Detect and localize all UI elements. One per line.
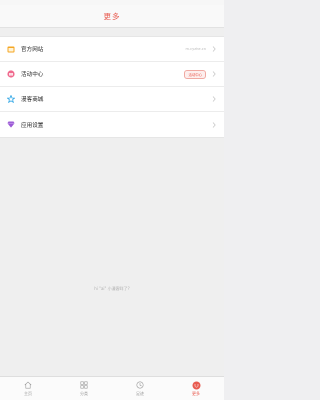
bottom-tab-bar: 主页 分类 足迹 更多 (0, 376, 224, 400)
menu-item-label: 漫客商城 (21, 97, 44, 103)
menu-item-app-settings[interactable]: 应用设置 (0, 112, 224, 137)
tab-label: 更多 (192, 390, 200, 396)
menu-item-label: 官方网站 (21, 47, 44, 53)
footer-note: hi "ai" 小漫客咩了? (94, 286, 130, 291)
menu-item-official-website[interactable]: 官方网站 m.cyzhe.cn (0, 37, 224, 62)
header-bar: 更多 (0, 5, 224, 28)
grid-icon (80, 381, 89, 390)
tab-home[interactable]: 主页 (0, 377, 56, 400)
footprint-icon (136, 381, 145, 390)
star-icon (6, 95, 15, 104)
chevron-right-icon (211, 121, 216, 128)
tab-label: 主页 (24, 390, 32, 396)
settings-list: 官方网站 m.cyzhe.cn 活动中心 活动中心 漫客商城 应用设置 (0, 36, 224, 138)
tab-footprint[interactable]: 足迹 (112, 377, 168, 400)
tab-label: 分类 (80, 390, 88, 396)
tab-category[interactable]: 分类 (56, 377, 112, 400)
more-icon (192, 381, 201, 390)
page-title: 更多 (103, 11, 121, 21)
app-root: 更多 官方网站 m.cyzhe.cn 活动中心 活动中心 漫客商城 应用设置 h… (0, 0, 224, 400)
gem-icon (6, 120, 15, 129)
menu-item-label: 活动中心 (21, 72, 44, 78)
menu-item-label: 应用设置 (21, 122, 44, 129)
menu-item-mall[interactable]: 漫客商城 (0, 87, 224, 112)
chevron-right-icon (211, 46, 216, 52)
tab-more[interactable]: 更多 (168, 377, 224, 400)
menu-item-value: m.cyzhe.cn (185, 47, 206, 51)
browser-icon (6, 45, 15, 54)
menu-item-activity-center[interactable]: 活动中心 活动中心 (0, 62, 224, 87)
tab-label: 足迹 (136, 390, 144, 396)
activity-badge: 活动中心 (184, 69, 206, 79)
chevron-right-icon (211, 71, 216, 77)
chevron-right-icon (211, 96, 216, 102)
gift-icon (6, 70, 15, 79)
home-icon (24, 381, 33, 390)
